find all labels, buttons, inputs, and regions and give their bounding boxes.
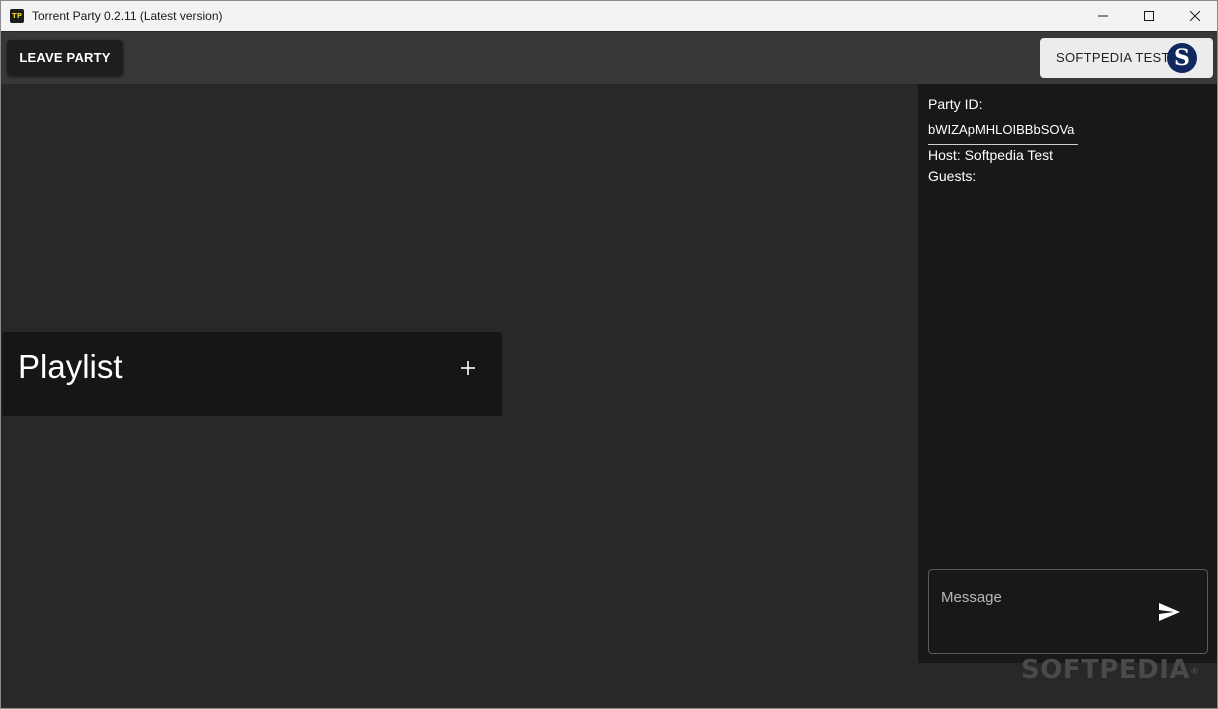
host-info: Host: Softpedia Test bbox=[928, 147, 1054, 163]
softpedia-watermark: SOFTPEDIA® bbox=[1021, 655, 1200, 685]
send-icon bbox=[1159, 603, 1180, 621]
minimize-button[interactable] bbox=[1080, 1, 1126, 31]
registered-mark: ® bbox=[1190, 667, 1200, 677]
leave-party-button[interactable]: LEAVE PARTY bbox=[7, 40, 123, 76]
user-name-label: SOFTPEDIA TEST bbox=[1056, 50, 1170, 65]
playlist-title: Playlist bbox=[18, 348, 123, 385]
window-title: Torrent Party 0.2.11 (Latest version) bbox=[32, 9, 223, 23]
party-info-panel: Party ID: bWIZApMHLOIBBbSOVa Host: Softp… bbox=[918, 84, 1217, 663]
maximize-icon bbox=[1144, 11, 1154, 21]
party-id-label: Party ID: bbox=[928, 96, 983, 112]
guests-label: Guests: bbox=[928, 168, 977, 184]
minimize-icon bbox=[1098, 15, 1108, 17]
send-button[interactable] bbox=[1157, 600, 1183, 626]
plus-icon bbox=[461, 361, 475, 375]
app-logo-icon: TP bbox=[10, 9, 24, 23]
user-account-button[interactable]: SOFTPEDIA TEST S bbox=[1040, 38, 1213, 78]
message-composer bbox=[928, 569, 1208, 654]
add-to-playlist-button[interactable] bbox=[454, 354, 482, 382]
watermark-text: SOFTPEDIA bbox=[1021, 655, 1191, 685]
avatar: S bbox=[1167, 43, 1197, 73]
close-icon bbox=[1190, 11, 1200, 21]
app-window: TP Torrent Party 0.2.11 (Latest version)… bbox=[0, 0, 1218, 709]
party-id-value[interactable]: bWIZApMHLOIBBbSOVa bbox=[928, 122, 1078, 145]
title-bar: TP Torrent Party 0.2.11 (Latest version) bbox=[1, 1, 1217, 31]
playlist-card: Playlist bbox=[2, 332, 502, 416]
maximize-button[interactable] bbox=[1126, 1, 1172, 31]
message-input[interactable] bbox=[941, 586, 1141, 608]
close-button[interactable] bbox=[1172, 1, 1217, 31]
app-bar: LEAVE PARTY SOFTPEDIA TEST S bbox=[1, 32, 1217, 84]
